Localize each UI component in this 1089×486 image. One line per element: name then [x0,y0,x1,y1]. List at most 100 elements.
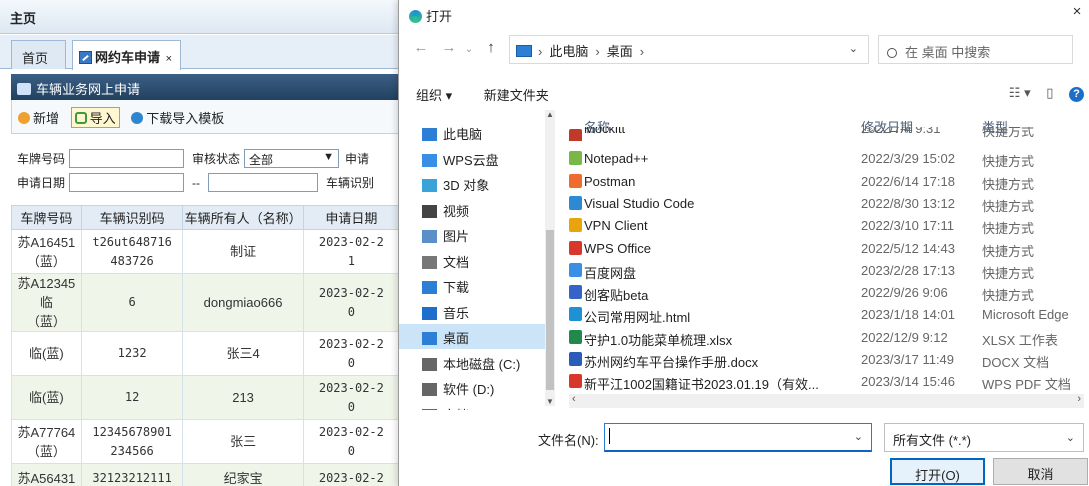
plate-input[interactable] [69,149,185,168]
table-cell-vin: 32123212111 [80,463,184,486]
status-label: 审核状态 [192,152,241,166]
close-icon[interactable]: × [1067,3,1087,20]
file-name: Notepad++ [584,151,649,167]
table-cell-vin: 12 [80,375,184,420]
file-icon [569,151,582,166]
file-type: 快捷方式 [982,265,1035,281]
chevron-down-icon[interactable]: ⌄ [854,430,863,443]
breadcrumb-root[interactable]: 此电脑 [549,44,588,59]
file-row[interactable]: Mockitt 2022/7/4 9:31 快捷方式 [569,127,1084,141]
import-label: 导入 [89,111,116,126]
tab-ride-hailing-application[interactable]: 网约车申请 × [72,40,181,70]
column-header[interactable]: 申请日期 [302,205,400,230]
download-template-button[interactable]: 下载导入模板 [131,108,224,127]
application-table: 车牌号码 车辆识别码 车辆所有人（名称） 申请日期 苏A16451 （蓝） t26… [11,205,400,486]
file-row[interactable]: 新平江1002国籍证书2023.01.19（有效... 2023/3/14 15:… [569,372,1084,394]
scroll-down-icon[interactable]: ▼ [545,397,555,406]
file-icon [569,129,582,141]
file-date: 2022/12/9 9:12 [861,329,948,345]
nav-item[interactable]: 文档 [399,248,545,273]
open-button[interactable]: 打开(O) [890,458,985,485]
file-date: 2022/3/29 15:02 [861,151,955,167]
status-select[interactable]: 全部 ▼ [244,149,340,168]
music-icon [422,306,437,320]
add-button[interactable]: 新增 [18,108,59,127]
column-header[interactable]: 车辆所有人（名称） [182,205,304,230]
nav-item[interactable]: 此电脑 [399,120,545,145]
import-button[interactable]: 导入 [70,107,120,128]
download-label: 下载导入模板 [146,111,225,126]
nav-scrollbar[interactable]: ▲ ▼ [545,110,555,406]
file-row[interactable]: 创客贴beta 2022/9/26 9:06 快捷方式 [569,283,1084,305]
file-row[interactable]: Postman 2022/6/14 17:18 快捷方式 [569,172,1084,194]
app-title: 主页 [0,0,400,34]
file-name: Mockitt [584,127,626,136]
drive-icon [422,357,437,371]
file-row[interactable]: 苏州网约车平台操作手册.docx 2023/3/17 11:49 DOCX 文档 [569,350,1084,372]
tab-close-icon[interactable]: × [166,53,172,65]
file-row[interactable]: VPN Client 2022/3/10 17:11 快捷方式 [569,216,1084,238]
nav-item-label: 图片 [443,229,470,244]
file-list-hscrollbar[interactable]: ‹ › [569,393,1084,408]
nav-item[interactable]: 视频 [399,197,545,222]
chevron-down-icon[interactable]: ⌄ [849,42,858,55]
column-header[interactable]: 车辆识别码 [80,205,184,230]
table-row[interactable]: 苏A77764 （蓝） 12345678901 234566 张三 2023-02-2… [11,419,400,464]
table-row[interactable]: 临(蓝) 12 213 2023-02-2 0 [11,375,400,420]
file-row[interactable]: 公司常用网址.html 2023/1/18 14:01 Microsoft Edge [569,305,1084,327]
filename-input[interactable]: ⌄ [604,423,872,452]
help-icon[interactable]: ? [1069,87,1084,102]
table-cell-vin: 6 [80,273,184,332]
file-row[interactable]: WPS Office 2022/5/12 14:43 快捷方式 [569,239,1084,261]
table-row[interactable]: 临(蓝) 1232 张三4 2023-02-2 0 [11,331,400,376]
up-arrow-icon[interactable]: ↑ [483,39,499,56]
nav-item[interactable]: 3D 对象 [399,171,545,196]
nav-item[interactable]: 图片 [399,222,545,247]
organize-button[interactable]: 组织 ▾ [416,85,452,104]
scroll-up-icon[interactable]: ▲ [545,110,555,119]
nav-item[interactable]: 下载 [399,273,545,298]
nav-item[interactable]: WPS云盘 [399,146,545,171]
file-row[interactable]: 守护1.0功能菜单梳理.xlsx 2022/12/9 9:12 XLSX 工作表 [569,328,1084,350]
table-row[interactable]: 苏A16451 （蓝） t26ut648716 483726 制证 2023-02-2… [11,229,400,274]
address-bar[interactable]: › 此电脑 › 桌面 › ⌄ [509,35,869,64]
scroll-left-icon[interactable]: ‹ [572,393,576,405]
breadcrumb-folder[interactable]: 桌面 [607,44,633,59]
nav-item[interactable]: 本地磁盘 (C:) [399,350,545,375]
view-mode-icon[interactable]: ☷ ▾ [1009,85,1031,100]
tab-home[interactable]: 首页 [11,40,66,69]
cancel-button[interactable]: 取消 [993,458,1088,485]
nav-item[interactable]: 软件 (D:) [399,375,545,400]
nav-item[interactable]: 文档 (E:) [399,401,545,410]
status-value: 全部 [249,153,274,167]
nav-item-label: 3D 对象 [443,178,490,193]
file-row[interactable]: 百度网盘 2023/2/28 17:13 快捷方式 [569,261,1084,283]
open-file-dialog: 打开 × ← → ⌄ ↑ › 此电脑 › 桌面 › ⌄ 在 桌面 中搜索 组织 ▾ 新建… [398,0,1089,486]
file-row[interactable]: Visual Studio Code 2022/8/30 13:12 快捷方式 [569,194,1084,216]
forward-arrow-icon[interactable]: → [441,39,457,56]
table-row[interactable]: 苏A12345临 （蓝） 6 dongmiao666 2023-02-2 0 [11,273,400,332]
file-list: 名称 修改日期 类型 Mockitt 2022/7/4 9:31 快捷方式 Notep… [569,110,1084,406]
filetype-select[interactable]: 所有文件 (*.*) ⌄ [884,423,1084,452]
table-cell-plate: 苏A12345临 （蓝） [11,273,82,332]
date-to-input[interactable] [208,173,319,192]
file-name: 创客贴beta [584,288,649,304]
scroll-right-icon[interactable]: › [1077,393,1081,405]
table-row[interactable]: 苏A56431 32123212111 纪家宝 2023-02-2 [11,463,400,486]
panel-header: 车辆业务网上申请 [11,74,400,100]
file-row[interactable]: Notepad++ 2022/3/29 15:02 快捷方式 [569,149,1084,171]
back-arrow-icon[interactable]: ← [413,39,429,56]
search-icon [887,48,897,58]
scroll-thumb[interactable] [546,230,554,390]
new-folder-button[interactable]: 新建文件夹 [484,85,549,104]
date-from-input[interactable] [69,173,185,192]
nav-item[interactable]: 桌面 [399,324,545,349]
recent-chevron-icon[interactable]: ⌄ [461,44,477,55]
table-cell-owner: dongmiao666 [182,273,304,332]
search-input[interactable]: 在 桌面 中搜索 [878,35,1073,64]
column-header[interactable]: 车牌号码 [11,205,82,230]
document-icon [422,255,437,269]
nav-item[interactable]: 音乐 [399,299,545,324]
file-name: Visual Studio Code [584,195,695,211]
preview-pane-icon[interactable]: ▯ [1046,85,1053,100]
